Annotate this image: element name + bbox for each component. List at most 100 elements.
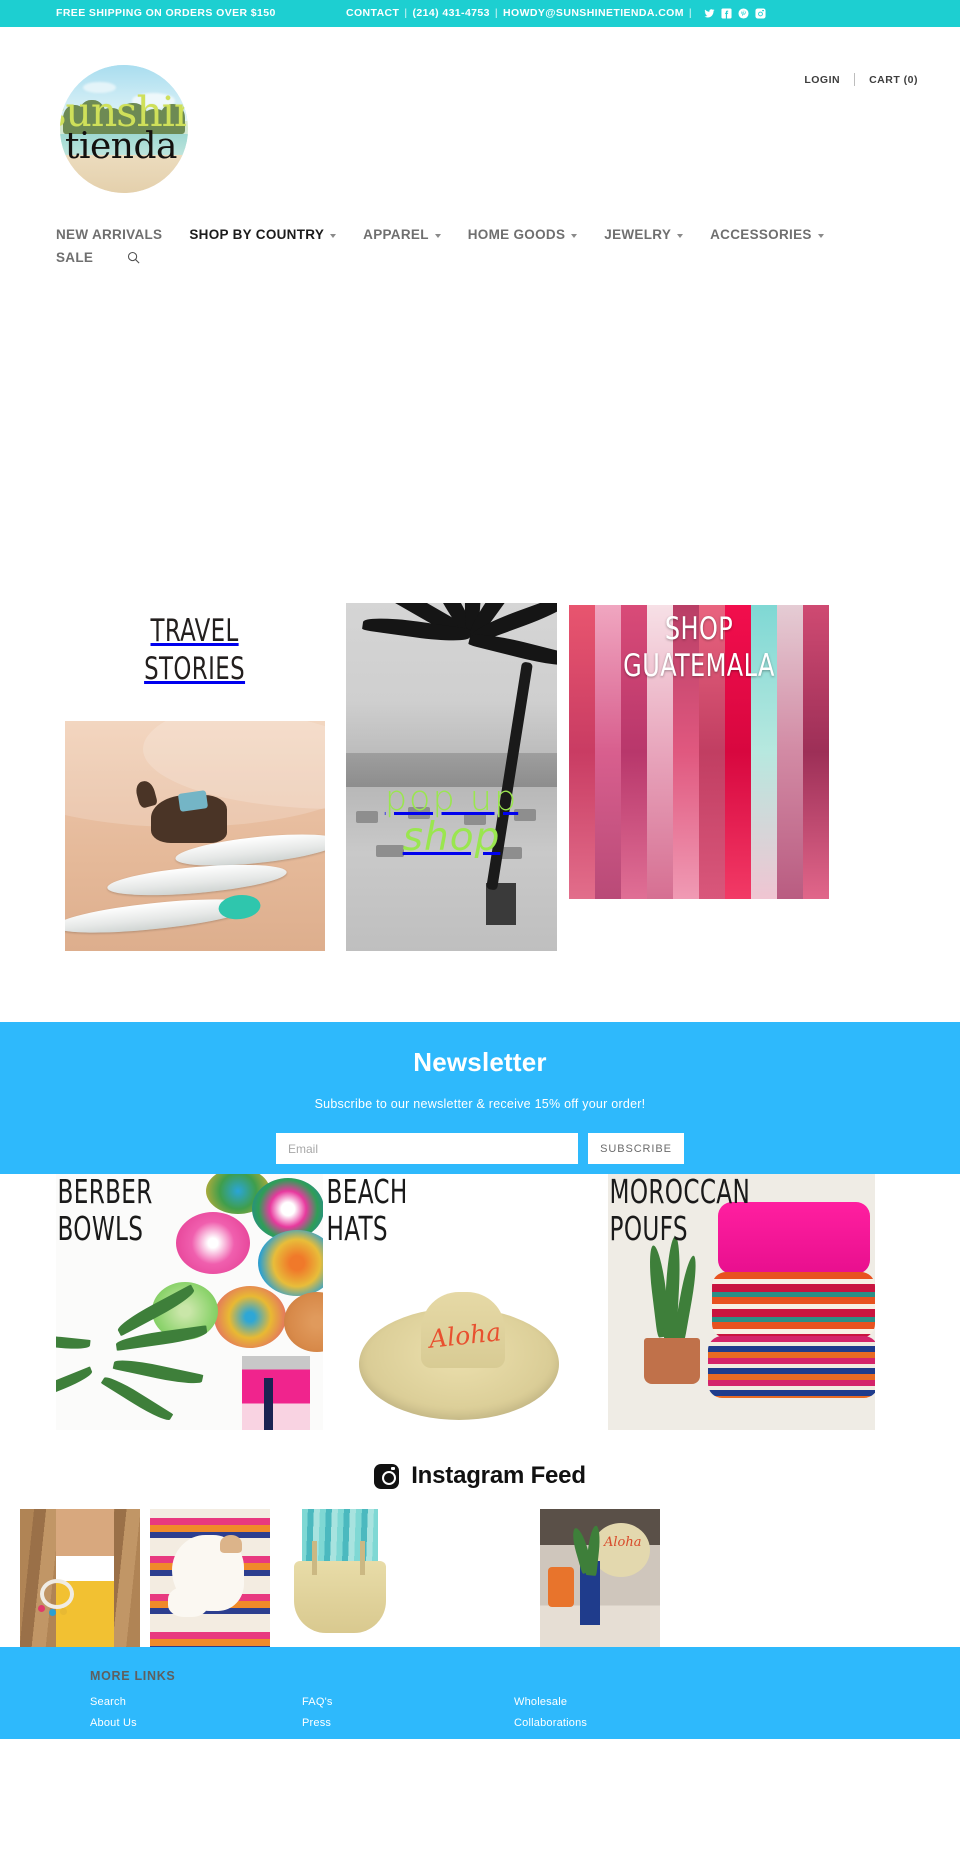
site-logo[interactable]: sunshine tienda — [60, 65, 188, 193]
logo-circle-image: sunshine tienda — [60, 65, 188, 193]
topbar-contact-group: CONTACT | (214) 431-4753 | HOWDY@SUNSHIN… — [346, 7, 766, 19]
instagram-icon[interactable] — [755, 7, 766, 19]
promo-tile-popup-line1: pop up — [384, 779, 519, 820]
nav-item-apparel[interactable]: APPAREL — [363, 227, 441, 242]
contact-link[interactable]: CONTACT — [346, 7, 399, 19]
nav-item-home-goods[interactable]: HOME GOODS — [468, 227, 578, 242]
instagram-post-5[interactable]: Aloha — [540, 1509, 660, 1647]
footer-link-columns: Search About Us Shipping + Returns FAQ's… — [90, 1696, 960, 1739]
instagram-post-1[interactable] — [20, 1509, 140, 1647]
promo-tile-shop-guatemala[interactable]: SHOP GUATEMALA — [569, 605, 829, 899]
promo-tile-travel-image — [65, 721, 325, 951]
facebook-icon[interactable] — [721, 7, 732, 19]
nav-item-sale[interactable]: SALE — [56, 250, 93, 265]
chevron-down-icon — [677, 233, 684, 238]
newsletter-form: SUBSCRIBE — [0, 1133, 960, 1164]
footer-column-2: FAQ's Press The Blog — [302, 1696, 514, 1739]
promo-tile-berber-label: BERBER BOWLS — [56, 1174, 153, 1248]
instagram-feed-header: Instagram Feed — [0, 1462, 960, 1490]
promo-tile-berber-bowls[interactable]: BERBER BOWLS — [56, 1174, 323, 1430]
footer-column-3: Wholesale Collaborations — [514, 1696, 726, 1739]
promo-tile-hats-label: BEACH HATS — [325, 1174, 408, 1248]
footer-heading: MORE LINKS — [90, 1669, 176, 1683]
nav-item-new-arrivals[interactable]: NEW ARRIVALS — [56, 227, 162, 242]
instagram-icon — [374, 1463, 400, 1489]
footer-link-about-us[interactable]: About Us — [90, 1717, 302, 1729]
promo-tile-guatemala-label: SHOP GUATEMALA — [587, 611, 811, 684]
promo-tile-travel-stories[interactable]: TRAVEL STORIES — [56, 603, 334, 951]
nav-item-shop-by-country[interactable]: SHOP BY COUNTRY — [189, 227, 337, 242]
footer-link-search[interactable]: Search — [90, 1696, 302, 1708]
nav-label: APPAREL — [363, 227, 429, 242]
logo-wordmark: sunshine tienda — [60, 65, 188, 193]
nav-label: HOME GOODS — [467, 227, 566, 242]
newsletter-title: Newsletter — [413, 1047, 547, 1077]
instagram-post-3[interactable] — [280, 1509, 400, 1647]
login-link[interactable]: LOGIN — [804, 74, 840, 86]
chevron-down-icon — [817, 233, 824, 238]
promo-tile-moroccan-poufs[interactable]: MOROCCAN POUFS — [608, 1174, 875, 1430]
promo-tile-hats-line2: HATS — [326, 1208, 388, 1248]
chevron-down-icon — [330, 233, 337, 238]
promo-tile-berber-line2: BOWLS — [57, 1208, 144, 1248]
separator-2: | — [494, 7, 499, 19]
footer-link-shipping-returns[interactable]: Shipping + Returns — [90, 1738, 302, 1739]
newsletter-subtitle: Subscribe to our newsletter & receive 15… — [314, 1097, 646, 1111]
promo-tile-travel-line2: STORIES — [144, 650, 246, 687]
promo-tile-pop-up-shop[interactable]: pop up shop — [346, 603, 557, 951]
nav-item-jewelry[interactable]: JEWELRY — [604, 227, 684, 242]
separator-1: | — [404, 7, 408, 19]
footer-link-wholesale[interactable]: Wholesale — [514, 1696, 726, 1708]
chevron-down-icon — [434, 233, 441, 238]
footer-link-collaborations[interactable]: Collaborations — [514, 1717, 726, 1729]
promo-tile-guatemala-line1: SHOP — [664, 611, 734, 647]
footer-link-faqs[interactable]: FAQ's — [302, 1696, 514, 1708]
announcement-bar: FREE SHIPPING ON ORDERS OVER $150 CONTAC… — [0, 0, 960, 27]
promo-row-2: BERBER BOWLS Aloha BEACH HATS MOROCCAN P… — [0, 1174, 960, 1430]
logo-text-sunshine: sunshine — [60, 88, 188, 137]
twitter-icon[interactable] — [704, 8, 715, 19]
main-navigation: NEW ARRIVALS SHOP BY COUNTRY APPAREL HOM… — [56, 227, 876, 265]
site-header: sunshine tienda LOGIN CART (0) NEW ARRIV… — [0, 27, 960, 270]
social-links — [704, 7, 766, 19]
footer-link-press[interactable]: Press — [302, 1717, 514, 1729]
promo-tile-popup-line2: shop — [402, 814, 501, 860]
newsletter-email-input[interactable] — [276, 1133, 578, 1164]
terracotta-pot — [644, 1338, 700, 1384]
search-icon[interactable] — [126, 250, 141, 265]
newsletter-subscribe-button[interactable]: SUBSCRIBE — [588, 1133, 684, 1164]
separator-3: | — [688, 7, 693, 19]
email-link[interactable]: HOWDY@SUNSHINETIENDA.COM — [503, 7, 684, 19]
pinterest-icon[interactable] — [738, 7, 749, 19]
account-links: LOGIN CART (0) — [804, 73, 918, 86]
free-shipping-message: FREE SHIPPING ON ORDERS OVER $150 — [56, 7, 276, 19]
promo-tile-guatemala-line2: GUATEMALA — [623, 647, 775, 684]
surfboard-2 — [106, 859, 288, 901]
phone-link[interactable]: (214) 431-4753 — [413, 7, 490, 19]
promo-tile-hats-line1: BEACH — [326, 1174, 408, 1211]
footer-column-1: Search About Us Shipping + Returns — [90, 1696, 302, 1739]
instagram-post-2[interactable] — [150, 1509, 270, 1647]
promo-tile-poufs-line1: MOROCCAN — [609, 1174, 751, 1211]
promo-tile-beach-hats[interactable]: Aloha BEACH HATS — [325, 1174, 592, 1430]
logo-text-tienda: tienda — [65, 126, 177, 168]
nav-label: SALE — [56, 250, 94, 265]
surfboard-1 — [65, 892, 262, 940]
chevron-down-icon — [571, 233, 578, 238]
newsletter-section: Newsletter Subscribe to our newsletter &… — [0, 1022, 960, 1174]
hero-slideshow-area[interactable] — [0, 270, 960, 603]
promo-tile-travel-label: TRAVEL STORIES — [145, 603, 246, 689]
promo-tile-berber-line1: BERBER — [57, 1174, 153, 1211]
nav-label: SHOP BY COUNTRY — [189, 227, 325, 242]
promo-tile-poufs-line2: POUFS — [609, 1208, 688, 1248]
cart-link[interactable]: CART (0) — [869, 74, 918, 86]
nav-label: ACCESSORIES — [710, 227, 812, 242]
footer-link-the-blog[interactable]: The Blog — [302, 1738, 514, 1739]
nav-label: JEWELRY — [604, 227, 672, 242]
promo-tile-popup-label: pop up shop — [384, 779, 519, 860]
nav-item-accessories[interactable]: ACCESSORIES — [710, 227, 824, 242]
site-footer: MORE LINKS Search About Us Shipping + Re… — [0, 1647, 960, 1739]
instagram-feed-grid: Aloha — [0, 1509, 960, 1647]
promo-tile-poufs-label: MOROCCAN POUFS — [608, 1174, 750, 1248]
nav-label: NEW ARRIVALS — [56, 227, 163, 242]
